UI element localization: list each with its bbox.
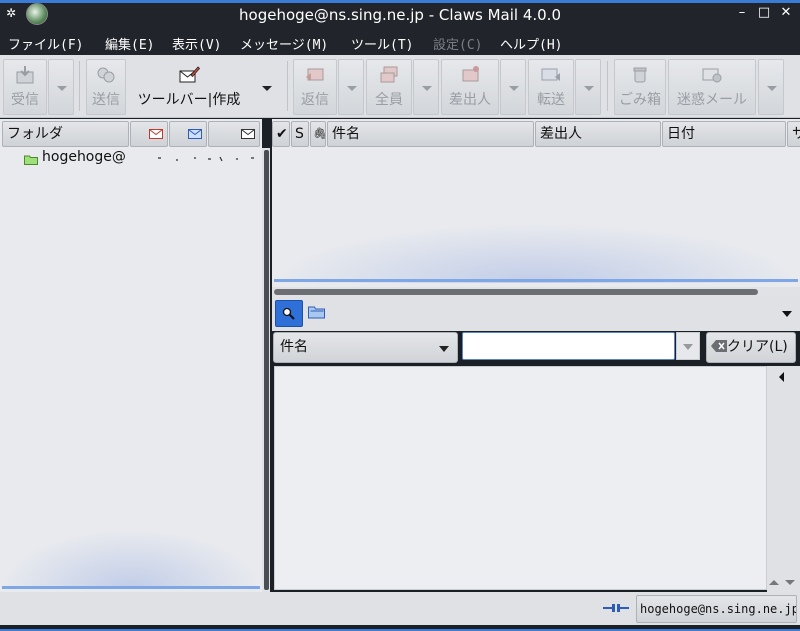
trash-icon [633, 67, 647, 83]
menu-tools[interactable]: ツール(T) [351, 34, 413, 53]
receive-label: 受信 [11, 92, 39, 108]
compose-label: ツールバー|作成 [137, 92, 241, 108]
reply-sender-label: 差出人 [449, 92, 491, 108]
status-account-button[interactable]: hogehoge@ns.sing.ne.jp [636, 595, 797, 623]
send-label: 送信 [92, 92, 120, 108]
search-history-dropdown[interactable] [676, 332, 700, 360]
search-field-combo[interactable]: 件名 [273, 332, 458, 363]
folder-search-icon[interactable] [308, 305, 326, 319]
message-list: ✔ S 🖇 件名 差出人 日付 サ [272, 119, 800, 287]
message-view [274, 366, 767, 590]
receive-mail-icon [16, 66, 34, 84]
menu-settings[interactable]: 設定(C) [433, 34, 482, 53]
spam-dropdown-button[interactable] [758, 59, 784, 115]
unread-mail-icon [188, 129, 202, 139]
reply-icon [306, 68, 324, 81]
compose-icon [179, 66, 200, 83]
spam-label: 迷惑メール [677, 92, 747, 108]
reply-label: 返信 [301, 92, 329, 108]
total-column-header[interactable] [208, 121, 260, 147]
unread-column-header[interactable] [169, 121, 207, 147]
reply-all-dropdown-button[interactable] [413, 59, 439, 115]
size-column-header[interactable]: サ [787, 121, 800, 147]
spam-button[interactable]: 迷惑メール [668, 59, 756, 115]
trash-button[interactable]: ごみ箱 [614, 59, 666, 115]
menu-edit[interactable]: 編集(E) [105, 34, 154, 53]
window-bottom-edge [0, 625, 800, 631]
reply-button[interactable]: 返信 [293, 59, 337, 115]
toolbar-separator [79, 61, 80, 111]
status-column-header[interactable]: S [291, 121, 309, 147]
menu-message[interactable]: メッセージ(M) [240, 34, 328, 53]
online-icon[interactable] [603, 602, 629, 614]
send-mail-icon [97, 67, 115, 83]
minimize-button[interactable]: – [734, 5, 750, 20]
collapse-left-arrow-icon[interactable] [779, 372, 784, 382]
reply-all-icon [380, 66, 398, 83]
compose-button[interactable]: ツールバー|作成 [127, 59, 251, 115]
folder-pane-glow-line [2, 586, 260, 589]
scrollbar-thumb[interactable] [274, 289, 758, 295]
menu-file[interactable]: ファイル(F) [8, 34, 83, 53]
subject-column-header[interactable]: 件名 [327, 121, 534, 147]
message-list-horizontal-scrollbar[interactable] [272, 287, 800, 297]
toolbar: 受信 送信 ツールバー|作成 返信 全員 差出人 転送 ごみ箱 迷惑メール [0, 55, 800, 118]
clear-label: クリア(L) [727, 339, 788, 355]
attachment-column-header[interactable]: 🖇 [310, 121, 326, 147]
forward-dropdown-button[interactable] [575, 59, 601, 115]
reply-sender-dropdown-button[interactable] [500, 59, 526, 115]
forward-label: 転送 [537, 92, 565, 108]
spam-icon [702, 68, 722, 83]
clear-icon [711, 340, 727, 352]
receive-button[interactable]: 受信 [3, 59, 47, 115]
folder-icon [24, 155, 38, 165]
folder-pane: フォルダ hogehoge@ [0, 119, 262, 592]
folder-item-label: hogehoge@ [42, 149, 126, 165]
window-title: hogehoge@ns.sing.ne.jp - Claws Mail 4.0.… [239, 6, 561, 24]
search-icon [282, 307, 295, 320]
reply-sender-button[interactable]: 差出人 [441, 59, 499, 115]
menu-view[interactable]: 表示(V) [172, 34, 221, 53]
menu-help[interactable]: ヘルプ(H) [500, 34, 562, 53]
menu-bar: ファイル(F) 編集(E) 表示(V) メッセージ(M) ツール(T) 設定(C… [0, 30, 800, 55]
trash-label: ごみ箱 [619, 92, 661, 108]
close-button[interactable]: ✕ [778, 5, 794, 20]
new-mail-icon [149, 129, 163, 139]
scroll-up-icon[interactable] [769, 580, 779, 585]
folder-pane-glow [0, 529, 262, 589]
total-mail-icon [241, 129, 255, 139]
pane-splitter[interactable] [262, 148, 270, 592]
folder-column-header[interactable]: フォルダ [2, 121, 129, 147]
search-input[interactable] [462, 332, 675, 360]
splitter-grip[interactable] [264, 150, 269, 590]
quicksearch-menu-arrow[interactable] [782, 311, 792, 317]
send-button[interactable]: 送信 [86, 59, 126, 115]
forward-icon [541, 68, 560, 81]
masked-text [158, 156, 254, 162]
from-column-header[interactable]: 差出人 [535, 121, 661, 147]
reply-all-label: 全員 [375, 92, 403, 108]
title-bar: ✲ hogehoge@ns.sing.ne.jp - Claws Mail 4.… [0, 0, 800, 30]
compose-dropdown-button[interactable] [253, 59, 279, 115]
reply-sender-icon [462, 66, 479, 82]
new-column-header[interactable] [130, 121, 168, 147]
reply-dropdown-button[interactable] [338, 59, 364, 115]
message-list-glow [272, 223, 800, 283]
date-column-header[interactable]: 日付 [662, 121, 786, 147]
reply-all-button[interactable]: 全員 [366, 59, 412, 115]
mark-column-header[interactable]: ✔ [272, 121, 290, 147]
message-list-glow-line [274, 279, 798, 282]
toolbar-separator [287, 61, 288, 111]
search-toggle-button[interactable] [275, 300, 303, 327]
forward-button[interactable]: 転送 [528, 59, 574, 115]
clear-button[interactable]: クリア(L) [706, 332, 796, 363]
receive-dropdown-button[interactable] [48, 59, 74, 115]
maximize-button[interactable]: □ [756, 5, 772, 20]
quicksearch-bar [272, 297, 800, 331]
folder-item-account[interactable]: hogehoge@ [24, 149, 260, 169]
message-view-side-strip [767, 366, 800, 592]
toolbar-separator [607, 61, 608, 111]
scroll-down-icon[interactable] [785, 580, 795, 585]
